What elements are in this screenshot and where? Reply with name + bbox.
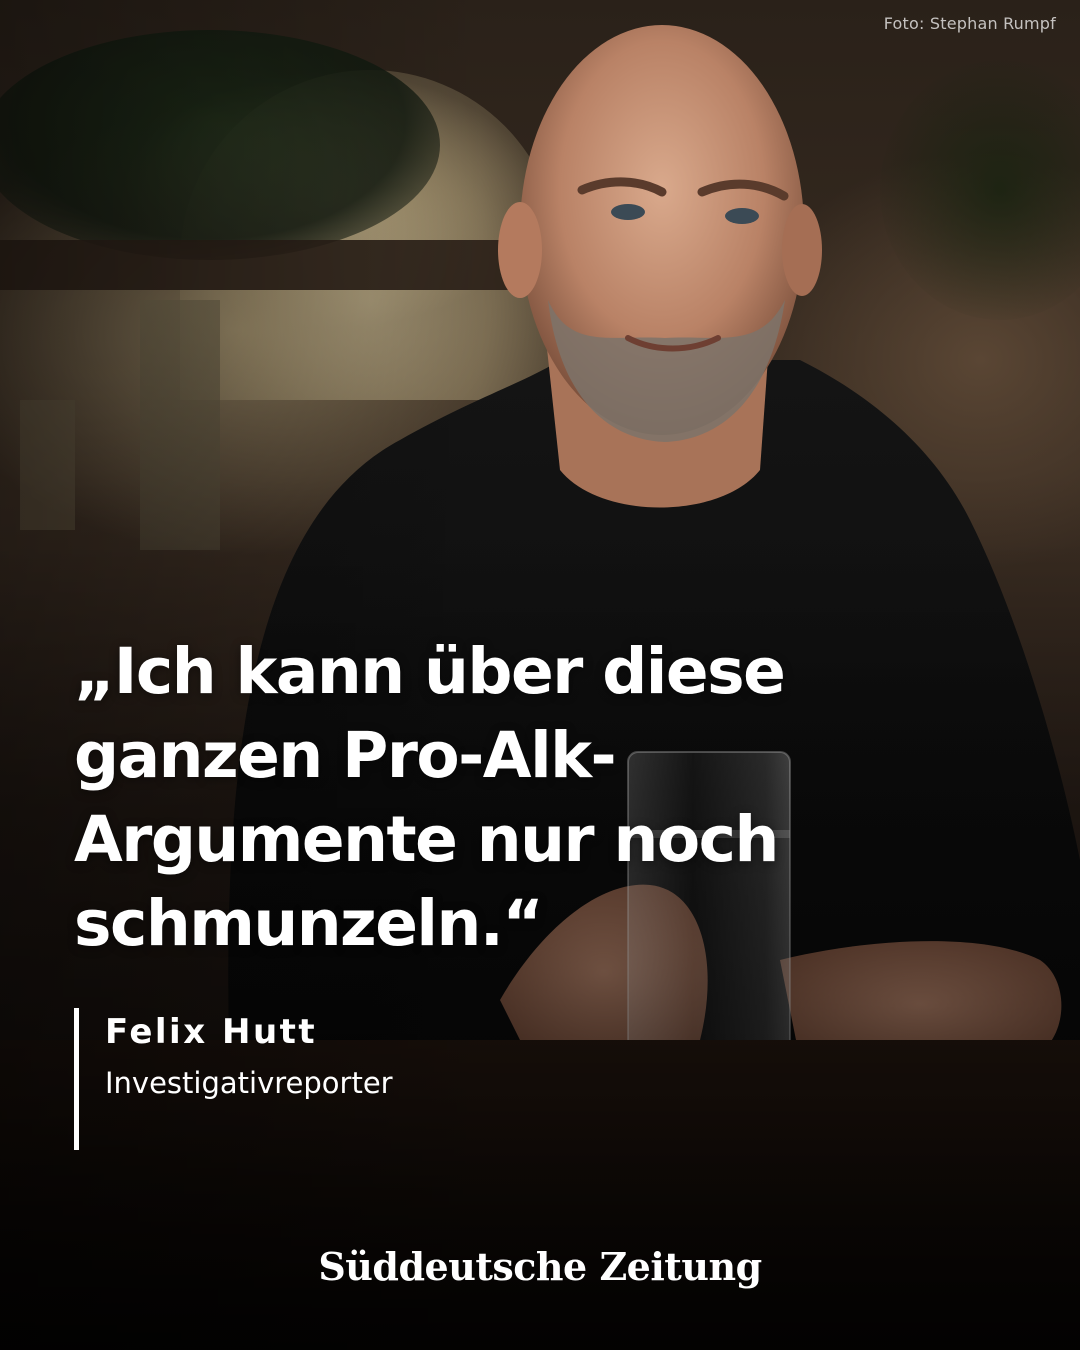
author-block: Felix Hutt Investigativreporter	[74, 1008, 393, 1150]
quote-card: Foto: Stephan Rumpf „Ich kann über diese…	[0, 0, 1080, 1350]
quote-text: „Ich kann über diese ganzen Pro-Alk-Argu…	[74, 635, 786, 960]
author-name: Felix Hutt	[105, 1012, 318, 1052]
brand-logo: Süddeutsche Zeitung	[318, 1244, 762, 1289]
author-role: Investigativreporter	[105, 1066, 393, 1100]
photo-credit: Foto: Stephan Rumpf	[883, 14, 1056, 33]
